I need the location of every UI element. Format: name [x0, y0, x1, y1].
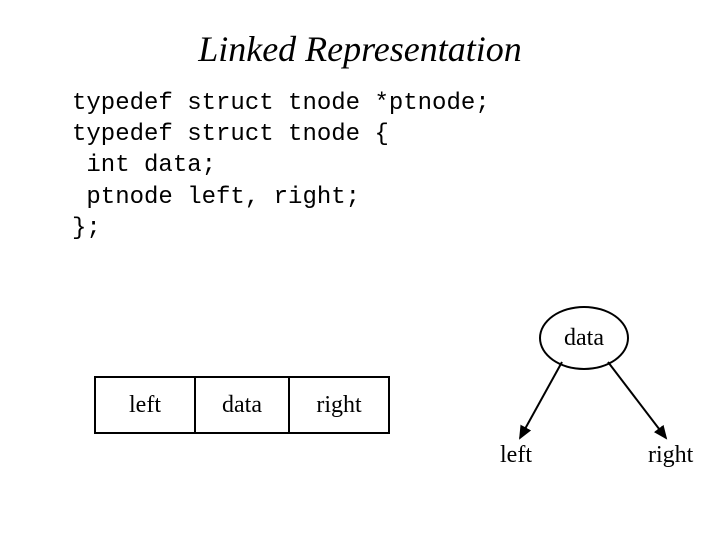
code-line: typedef struct tnode {: [72, 121, 389, 148]
node-box: left data right: [94, 376, 390, 434]
tree-node: data: [539, 306, 629, 370]
node-box-data: data: [195, 377, 289, 433]
node-box-right: right: [289, 377, 389, 433]
code-line: };: [72, 215, 101, 242]
tree-left-label: left: [500, 442, 532, 469]
arrow-right: [608, 362, 666, 438]
code-line: typedef struct tnode *ptnode;: [72, 90, 490, 117]
code-line: ptnode left, right;: [72, 184, 360, 211]
tree-right-label: right: [648, 442, 693, 469]
page-title: Linked Representation: [0, 0, 720, 88]
node-box-left: left: [95, 377, 195, 433]
arrow-left: [520, 362, 562, 438]
code-block: typedef struct tnode *ptnode; typedef st…: [0, 88, 720, 244]
code-line: int data;: [72, 152, 216, 179]
